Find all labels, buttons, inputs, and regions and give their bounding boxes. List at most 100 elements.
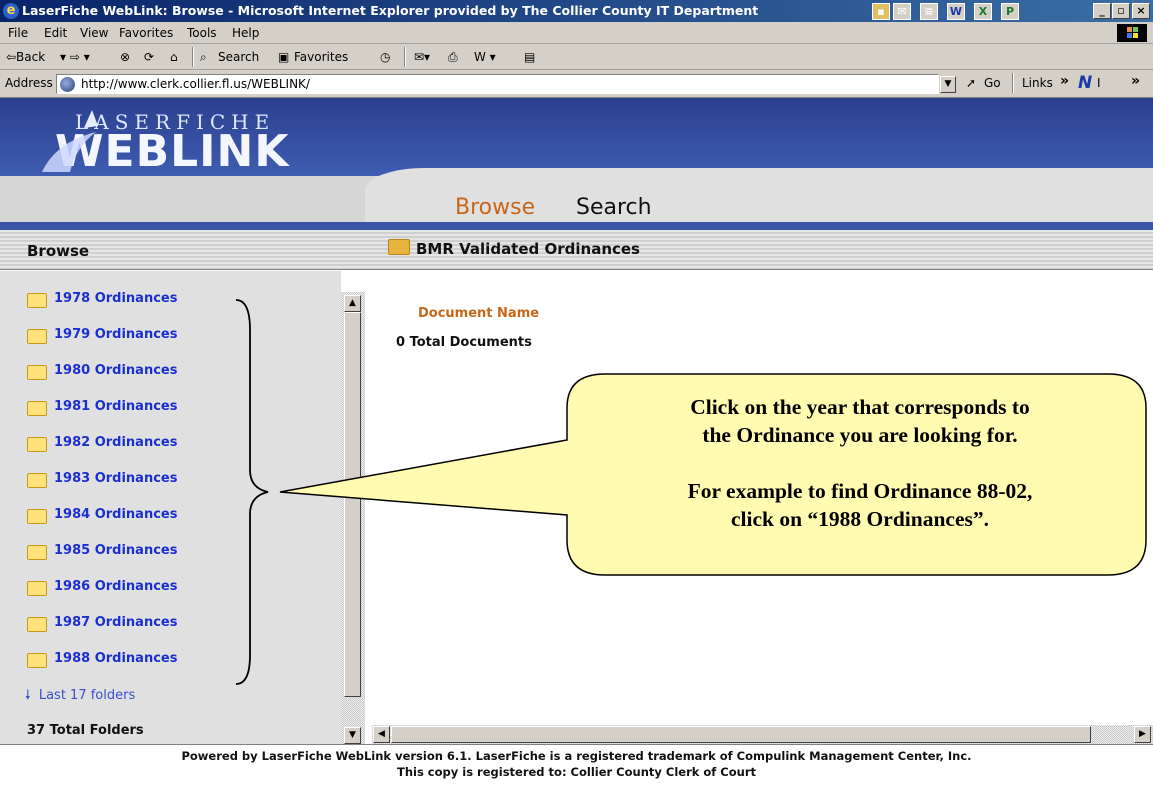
footer-line-1: Powered by LaserFiche WebLink version 6.… bbox=[181, 749, 972, 763]
folder-icon bbox=[27, 617, 47, 632]
folder-link[interactable]: 1987 Ordinances bbox=[27, 615, 287, 633]
stop-icon[interactable]: ⊗ bbox=[120, 50, 130, 64]
toolbar-separator bbox=[192, 47, 194, 67]
callout-line-4: click on “1988 Ordinances”. bbox=[730, 507, 989, 531]
scrollbar-thumb[interactable] bbox=[344, 312, 361, 697]
tray-icon-1[interactable]: ▪ bbox=[872, 3, 890, 20]
address-input[interactable]: http://www.clerk.collier.fl.us/WEBLINK/ bbox=[56, 74, 939, 94]
minimize-button[interactable]: _ bbox=[1093, 3, 1111, 19]
menu-tools[interactable]: Tools bbox=[187, 26, 217, 40]
folder-link[interactable]: 1985 Ordinances bbox=[27, 543, 287, 561]
menu-view[interactable]: View bbox=[80, 26, 108, 40]
address-bar: Address http://www.clerk.collier.fl.us/W… bbox=[0, 70, 1153, 98]
home-icon[interactable]: ⌂ bbox=[170, 50, 178, 64]
current-folder-heading: BMR Validated Ordinances bbox=[388, 239, 640, 258]
folder-tree-panel: 1978 Ordinances 1979 Ordinances 1980 Ord… bbox=[0, 271, 341, 744]
menu-edit[interactable]: Edit bbox=[44, 26, 67, 40]
toolbar-chevron-icon[interactable]: » bbox=[1131, 73, 1140, 89]
tab-search[interactable]: Search bbox=[576, 195, 652, 220]
toolbar-separator bbox=[404, 47, 406, 67]
callout-line-2: the Ordinance you are looking for. bbox=[702, 423, 1018, 447]
page-footer: Powered by LaserFiche WebLink version 6.… bbox=[0, 744, 1153, 788]
edit-word-icon[interactable]: W ▾ bbox=[474, 50, 496, 64]
favorites-button[interactable]: Favorites bbox=[294, 50, 348, 64]
address-dropdown-icon[interactable]: ▼ bbox=[940, 76, 956, 93]
folder-link[interactable]: 1980 Ordinances bbox=[27, 363, 287, 381]
discuss-icon[interactable]: ▤ bbox=[524, 50, 535, 64]
print-icon[interactable]: ⎙ bbox=[448, 50, 458, 65]
folder-icon bbox=[27, 365, 47, 380]
header-divider bbox=[0, 222, 1153, 230]
ie-icon: e bbox=[3, 3, 19, 19]
folder-link[interactable]: 1988 Ordinances bbox=[27, 651, 287, 669]
folder-link[interactable]: 1981 Ordinances bbox=[27, 399, 287, 417]
links-button[interactable]: Links bbox=[1022, 76, 1053, 90]
mail-dropdown-icon[interactable]: ✉▾ bbox=[414, 50, 430, 64]
weblink-header: LASERFICHE WEBLINK Browse Search bbox=[0, 98, 1153, 230]
folder-icon bbox=[27, 401, 47, 416]
page-icon bbox=[60, 77, 75, 92]
folder-link[interactable]: 1978 Ordinances bbox=[27, 291, 287, 309]
excel-icon[interactable]: X bbox=[974, 3, 992, 20]
folder-icon bbox=[27, 581, 47, 596]
footer-line-2: This copy is registered to: Collier Coun… bbox=[396, 765, 756, 779]
windows-logo-icon bbox=[1117, 24, 1147, 42]
window-title: LaserFiche WebLink: Browse - Microsoft I… bbox=[22, 3, 759, 18]
menu-bar: File Edit View Favorites Tools Help bbox=[0, 22, 1153, 44]
address-url[interactable]: http://www.clerk.collier.fl.us/WEBLINK/ bbox=[81, 77, 310, 91]
toolbar: ⇦Back ▾ ⇨ ▾ ⊗ ⟳ ⌂ ⌕ Search ▣ Favorites ◷… bbox=[0, 44, 1153, 70]
folder-link[interactable]: 1982 Ordinances bbox=[27, 435, 287, 453]
refresh-icon[interactable]: ⟳ bbox=[144, 50, 154, 64]
folder-icon bbox=[27, 653, 47, 668]
folder-icon bbox=[27, 437, 47, 452]
last-folders-link[interactable]: 🠗 Last 17 folders bbox=[25, 686, 135, 708]
toolbar-overflow[interactable]: I bbox=[1097, 76, 1101, 90]
norton-icon[interactable]: N bbox=[1078, 73, 1092, 93]
section-header: Browse BMR Validated Ordinances bbox=[0, 230, 1153, 270]
address-separator bbox=[1012, 73, 1014, 93]
search-icon[interactable]: ⌕ bbox=[200, 50, 207, 65]
browse-heading: Browse bbox=[27, 242, 90, 260]
document-name-header[interactable]: Document Name bbox=[418, 306, 539, 321]
menu-file[interactable]: File bbox=[8, 26, 28, 40]
form-icon[interactable]: ≡ bbox=[920, 3, 938, 20]
folder-link[interactable]: 1983 Ordinances bbox=[27, 471, 287, 489]
menu-help[interactable]: Help bbox=[232, 26, 259, 40]
tab-browse[interactable]: Browse bbox=[455, 195, 535, 220]
open-folder-icon bbox=[388, 239, 410, 255]
folder-link[interactable]: 1984 Ordinances bbox=[27, 507, 287, 525]
folder-icon bbox=[27, 329, 47, 344]
folder-icon bbox=[27, 509, 47, 524]
total-folders: 37 Total Folders bbox=[27, 723, 144, 738]
publisher-icon[interactable]: P bbox=[1001, 3, 1019, 20]
links-chevron-icon[interactable]: » bbox=[1060, 73, 1069, 89]
scroll-up-icon[interactable]: ▲ bbox=[344, 295, 361, 312]
folder-link[interactable]: 1986 Ordinances bbox=[27, 579, 287, 597]
history-icon[interactable]: ◷ bbox=[380, 50, 390, 64]
back-button[interactable]: ⇦Back bbox=[6, 50, 45, 64]
address-label: Address bbox=[5, 76, 53, 90]
callout-text: Click on the year that corresponds to th… bbox=[590, 393, 1130, 533]
horizontal-scrollbar-thumb[interactable] bbox=[391, 726, 1091, 743]
go-button[interactable]: Go bbox=[984, 76, 1001, 90]
maximize-button[interactable]: ▫ bbox=[1112, 3, 1130, 19]
menu-favorites[interactable]: Favorites bbox=[119, 26, 173, 40]
folder-icon bbox=[27, 545, 47, 560]
total-documents: 0 Total Documents bbox=[396, 335, 532, 350]
go-arrow-icon[interactable]: ➚ bbox=[966, 76, 976, 90]
scroll-left-icon[interactable]: ◀ bbox=[373, 726, 390, 743]
window-title-bar: e LaserFiche WebLink: Browse - Microsoft… bbox=[0, 0, 1153, 22]
current-folder-name: BMR Validated Ordinances bbox=[416, 240, 640, 258]
close-button[interactable]: × bbox=[1132, 3, 1150, 19]
scroll-right-icon[interactable]: ▶ bbox=[1134, 726, 1151, 743]
mail-icon[interactable]: ✉ bbox=[893, 3, 911, 20]
word-icon[interactable]: W bbox=[947, 3, 965, 20]
scroll-down-icon[interactable]: ▼ bbox=[344, 727, 361, 744]
folder-link[interactable]: 1979 Ordinances bbox=[27, 327, 287, 345]
search-button[interactable]: Search bbox=[218, 50, 259, 64]
back-dropdown-icon[interactable]: ▾ ⇨ ▾ bbox=[60, 50, 90, 64]
logo-swoosh-icon bbox=[42, 110, 98, 172]
favorites-icon[interactable]: ▣ bbox=[278, 50, 289, 64]
folder-icon bbox=[27, 473, 47, 488]
down-arrow-icon: 🠗 bbox=[25, 688, 31, 703]
